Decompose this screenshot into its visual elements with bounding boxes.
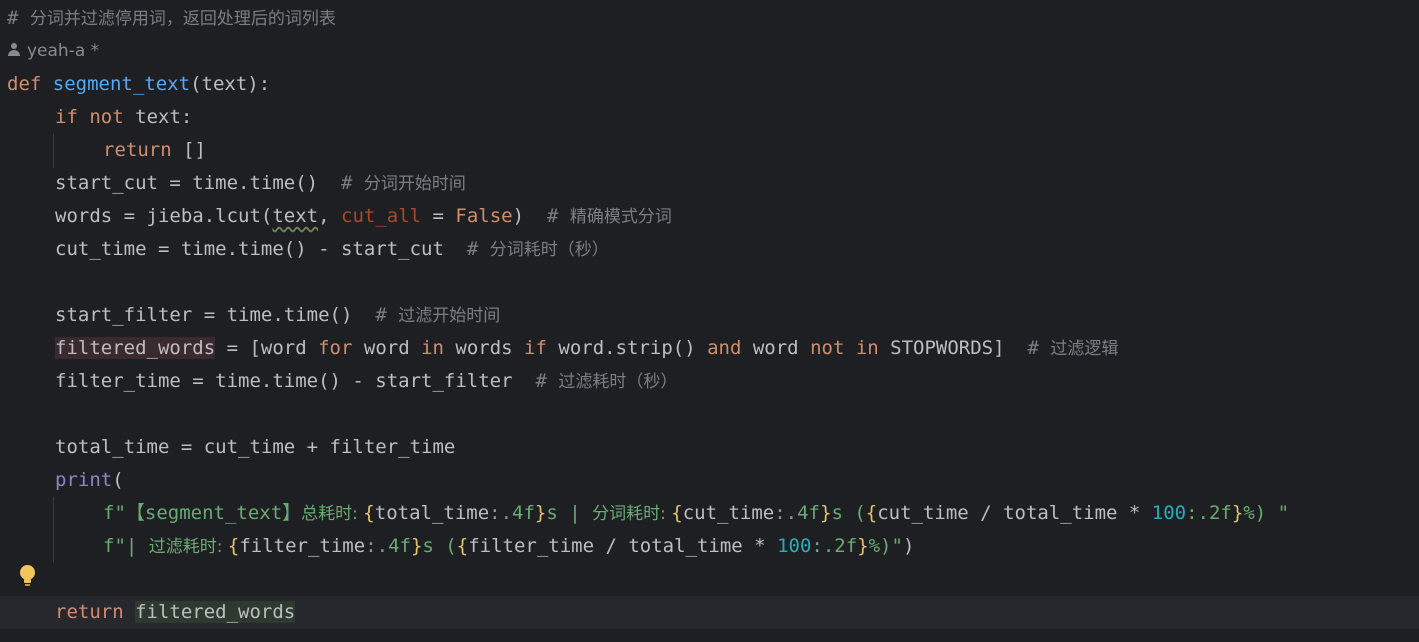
code-editor[interactable]: # 分词并过滤停用词，返回处理后的词列表 yeah-a * def segmen… [0, 0, 1419, 642]
person-icon [7, 43, 21, 57]
indent-guide [53, 134, 54, 168]
code-line-fstring-1[interactable]: f"【segment_text】总耗时: {total_time:.4f}s |… [103, 497, 1289, 530]
indent-guide [53, 497, 54, 563]
highlighted-variable[interactable]: filtered_words [55, 337, 216, 359]
author-inlay[interactable]: yeah-a * [7, 35, 99, 68]
code-line-start-filter[interactable]: start_filter = time.time() # 过滤开始时间 [55, 299, 500, 332]
author-name: yeah-a [27, 41, 86, 61]
code-line-filter-time[interactable]: filter_time = time.time() - start_filter… [55, 365, 677, 398]
code-line-if[interactable]: if not text: [55, 101, 192, 134]
modified-marker: * [90, 41, 100, 61]
highlighted-variable[interactable]: filtered_words [135, 601, 296, 623]
code-line-def[interactable]: def segment_text(text): [7, 68, 270, 101]
code-line-start-cut[interactable]: start_cut = time.time() # 分词开始时间 [55, 167, 466, 200]
code-line-cut-time[interactable]: cut_time = time.time() - start_cut # 分词耗… [55, 233, 609, 266]
typo-warning[interactable]: text [272, 205, 318, 227]
code-line-comment-header[interactable]: # 分词并过滤停用词，返回处理后的词列表 [7, 2, 336, 35]
code-line-total-time[interactable]: total_time = cut_time + filter_time [55, 431, 455, 464]
code-line-fstring-2[interactable]: f"| 过滤耗时: {filter_time:.4f}s ({filter_ti… [103, 530, 914, 563]
code-line-return-empty[interactable]: return [] [103, 134, 206, 167]
code-line-return[interactable]: return filtered_words [55, 596, 296, 629]
code-line-print[interactable]: print( [55, 464, 124, 497]
code-line-words[interactable]: words = jieba.lcut(text, cut_all = False… [55, 200, 672, 233]
bulb-icon[interactable] [18, 563, 38, 589]
function-name[interactable]: segment_text [53, 73, 190, 95]
code-line-filtered-words[interactable]: filtered_words = [word for word in words… [55, 332, 1118, 365]
